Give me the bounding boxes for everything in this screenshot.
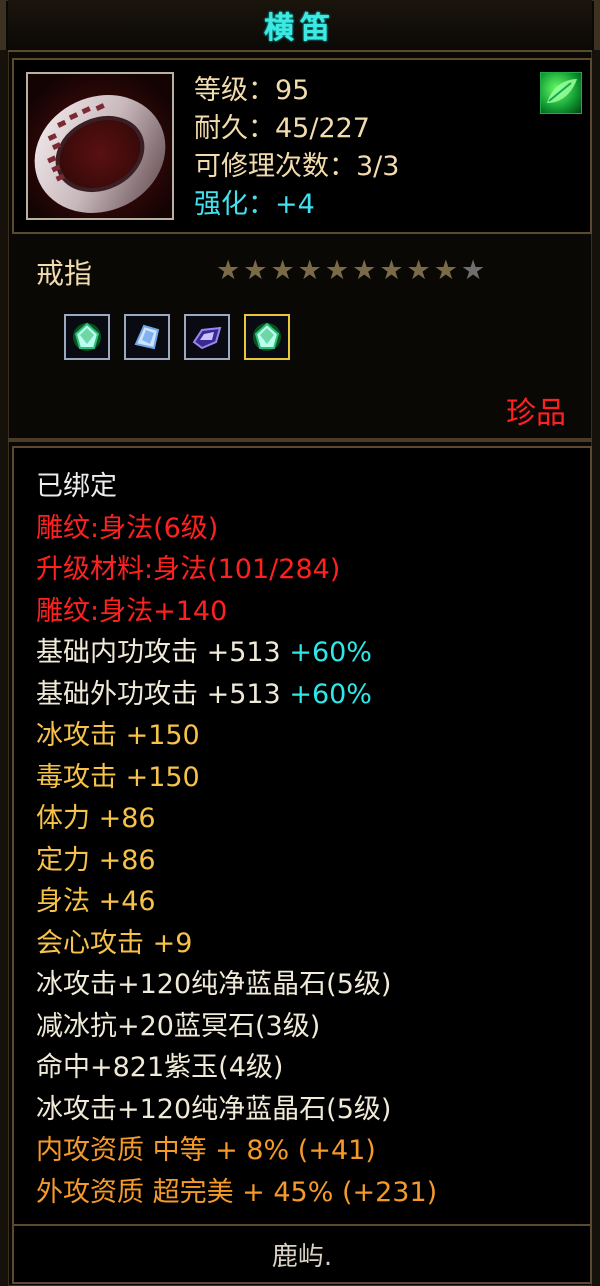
- attr-upgrade-material: 升级材料:身法(101/284): [36, 549, 437, 591]
- gem-slot-2[interactable]: [124, 314, 170, 360]
- attr-inner-attack: 基础内功攻击 +513 +60%: [36, 632, 437, 674]
- attr-engraving-bonus: 雕纹:身法+140: [36, 591, 437, 633]
- attr-text: 基础内功攻击 +513: [36, 637, 290, 668]
- attr-text: 命中+821紫玉(4级): [36, 1052, 284, 1083]
- attr-bound: 已绑定: [36, 466, 437, 508]
- attributes-panel: 已绑定 雕纹:身法(6级) 升级材料:身法(101/284) 雕纹:身法+140…: [12, 446, 592, 1226]
- attr-text: 外攻资质 超完美 + 45% (+231): [36, 1176, 438, 1208]
- footer-bar: 鹿屿.: [12, 1226, 592, 1284]
- title-cap-right: [594, 0, 600, 50]
- attr-text: 内攻资质 中等 + 8% (+41): [36, 1135, 376, 1166]
- frame-right-border: [591, 50, 600, 1286]
- attr-text: 冰攻击+120纯净蓝晶石(5级): [36, 1093, 392, 1125]
- stat-enhance-sep: ：: [248, 189, 275, 220]
- attr-text: 冰攻击+120纯净蓝晶石(5级): [36, 969, 392, 1000]
- star-filled-icon: ★: [216, 255, 241, 286]
- owner-name: 鹿屿.: [271, 1241, 333, 1272]
- attr-engraving: 雕纹:身法(6级): [36, 508, 437, 550]
- star-filled-icon: ★: [243, 255, 268, 286]
- green-gem-icon: [253, 322, 281, 351]
- stat-durability-value: 45/227: [275, 113, 370, 144]
- stat-level-value: 95: [275, 75, 310, 106]
- attr-stamina: 体力 +86: [36, 798, 437, 840]
- title-cap-left: [0, 0, 6, 50]
- stat-level-sep: ：: [248, 75, 275, 106]
- purple-jade-icon: [192, 326, 222, 350]
- attr-focus: 定力 +86: [36, 840, 437, 882]
- attr-text: 基础外功攻击 +513: [36, 678, 290, 710]
- stat-enhance-label: 强化: [194, 189, 248, 220]
- gem-slots: [64, 314, 290, 360]
- item-stats: 等级：95 耐久：45/227 可修理次数：3/3 强化：+4: [194, 72, 399, 224]
- attr-text: 体力 +86: [36, 803, 156, 834]
- stat-enhance-value: +4: [275, 189, 315, 220]
- attr-text: 升级材料:身法(101/284): [36, 554, 341, 585]
- attr-gem-2: 减冰抗+20蓝冥石(3级): [36, 1006, 437, 1048]
- attr-inner-aptitude: 内攻资质 中等 + 8% (+41): [36, 1130, 437, 1172]
- stat-repair-count: 可修理次数：3/3: [194, 148, 399, 186]
- attr-gem-4: 冰攻击+120纯净蓝晶石(5级): [36, 1089, 437, 1131]
- attr-text: 毒攻击 +150: [36, 761, 200, 793]
- star-filled-icon: ★: [433, 255, 458, 286]
- stat-repair-label: 可修理次数: [194, 151, 329, 182]
- star-empty-icon: ★: [460, 255, 486, 286]
- stat-repair-sep: ：: [329, 151, 356, 182]
- stat-durability-label: 耐久: [194, 113, 248, 144]
- stat-enhance: 强化：+4: [194, 186, 399, 224]
- attr-text: 雕纹:身法(6级): [36, 512, 219, 544]
- item-header-panel: 等级：95 耐久：45/227 可修理次数：3/3 强化：+4: [12, 58, 592, 234]
- frame-left-border: [0, 50, 9, 1286]
- section-divider: [8, 438, 592, 442]
- star-filled-icon: ★: [297, 255, 322, 286]
- attr-percent: +60%: [289, 637, 372, 668]
- gem-slot-4[interactable]: [244, 314, 290, 360]
- attr-agility: 身法 +46: [36, 881, 437, 923]
- item-title: 横笛: [264, 11, 336, 46]
- attr-ice-attack: 冰攻击 +150: [36, 715, 437, 757]
- title-bar: 横笛: [0, 0, 600, 52]
- item-type-name: 戒指: [36, 257, 93, 290]
- attr-critical: 会心攻击 +9: [36, 923, 437, 965]
- attr-text: 冰攻击 +150: [36, 720, 200, 751]
- ring-icon: [26, 72, 174, 220]
- stat-durability: 耐久：45/227: [194, 110, 399, 148]
- leaf-icon: [540, 72, 582, 114]
- attr-outer-aptitude: 外攻资质 超完美 + 45% (+231): [36, 1172, 437, 1214]
- star-filled-icon: ★: [352, 255, 377, 286]
- star-filled-icon: ★: [270, 255, 295, 286]
- gem-slot-3[interactable]: [184, 314, 230, 360]
- attr-percent: +60%: [289, 678, 372, 710]
- attr-text: 会心攻击 +9: [36, 927, 193, 959]
- stat-repair-value: 3/3: [356, 151, 400, 182]
- stat-level: 等级：95: [194, 72, 399, 110]
- blue-crystal-icon: [134, 324, 160, 350]
- attr-text: 雕纹:身法+140: [36, 595, 228, 627]
- attr-text: 已绑定: [36, 471, 117, 502]
- stat-durability-sep: ：: [248, 113, 275, 144]
- stat-level-label: 等级: [194, 75, 248, 106]
- star-rating: ★ ★ ★ ★ ★ ★ ★ ★ ★ ★: [216, 256, 485, 286]
- star-filled-icon: ★: [324, 255, 350, 286]
- star-filled-icon: ★: [406, 255, 431, 286]
- gem-slot-1[interactable]: [64, 314, 110, 360]
- star-filled-icon: ★: [379, 255, 404, 286]
- attr-gem-3: 命中+821紫玉(4级): [36, 1047, 437, 1089]
- attr-text: 身法 +46: [36, 886, 156, 917]
- attr-text: 定力 +86: [36, 844, 156, 876]
- attr-outer-attack: 基础外功攻击 +513 +60%: [36, 674, 437, 716]
- green-gem-icon: [73, 322, 101, 351]
- attr-gem-1: 冰攻击+120纯净蓝晶石(5级): [36, 964, 437, 1006]
- rarity-label: 珍品: [506, 396, 566, 431]
- attribute-list: 已绑定 雕纹:身法(6级) 升级材料:身法(101/284) 雕纹:身法+140…: [36, 466, 437, 1213]
- attr-text: 减冰抗+20蓝冥石(3级): [36, 1010, 321, 1042]
- attr-poison-attack: 毒攻击 +150: [36, 757, 437, 799]
